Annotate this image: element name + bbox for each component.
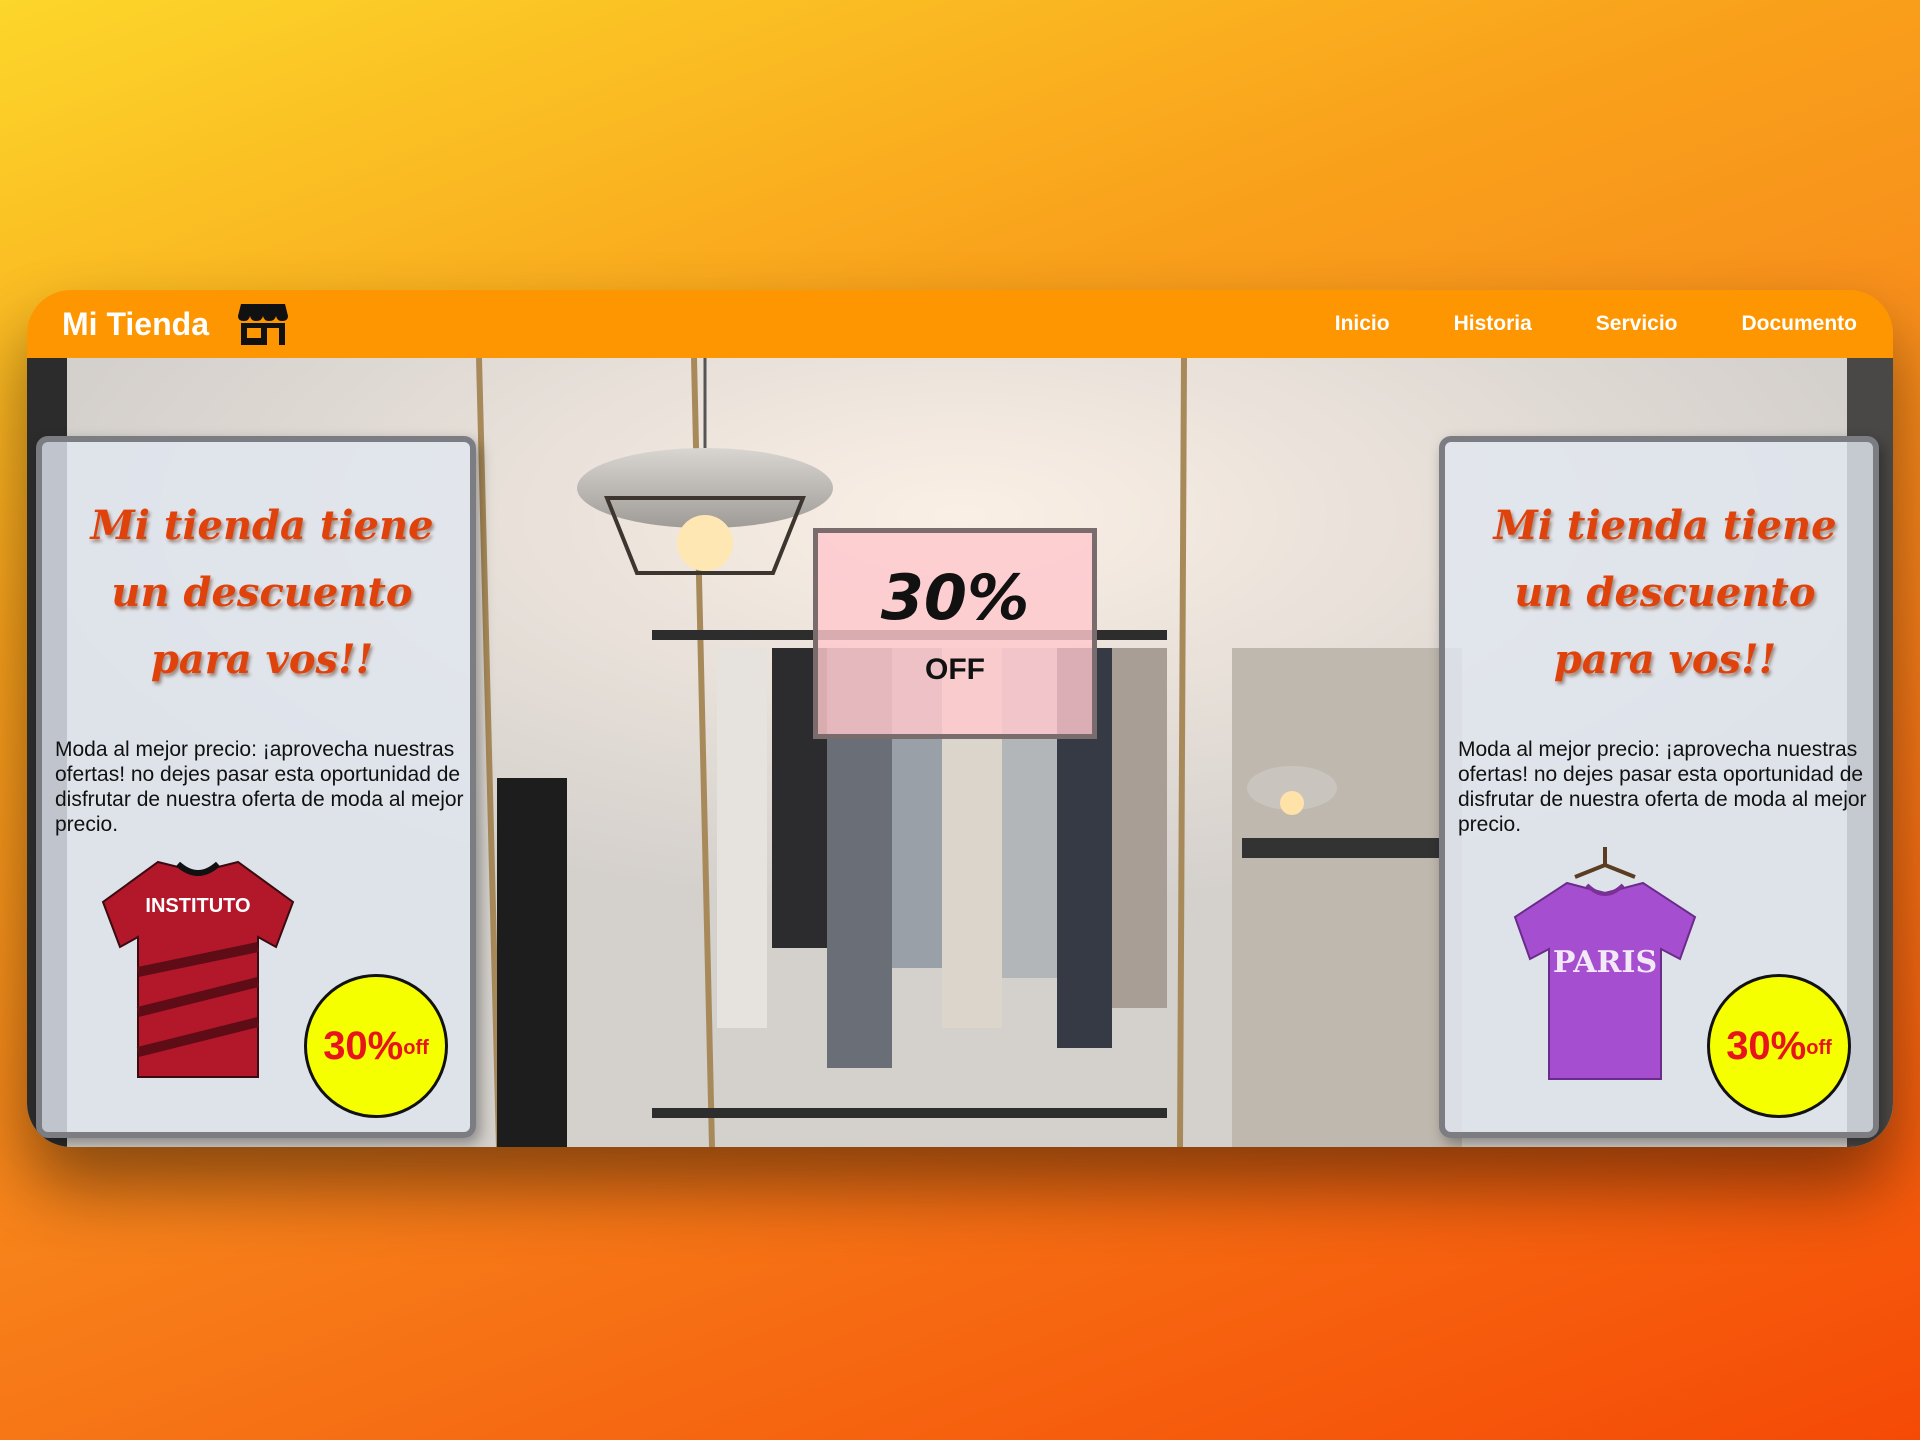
badge-percent: 30% <box>1726 1023 1807 1068</box>
jersey-text: INSTITUTO <box>145 895 250 917</box>
promo-box: 30% OFF <box>813 528 1097 739</box>
offer-card-right: Mi tienda tiene un descuento para vos!! … <box>1439 436 1879 1138</box>
store-icon <box>237 304 288 345</box>
hero-section: Mi tienda tiene un descuento para vos!! … <box>27 358 1893 1147</box>
nav-links: Inicio Historia Servicio Documento <box>1271 290 1857 358</box>
tshirt-text: PARIS <box>1553 945 1657 980</box>
discount-badge: 30% off <box>1707 974 1851 1118</box>
red-jersey-image[interactable]: INSTITUTO <box>98 852 298 1082</box>
badge-off: off <box>1806 1036 1832 1059</box>
offer-card-left: Mi tienda tiene un descuento para vos!! … <box>36 436 476 1138</box>
nav-link-servicio[interactable]: Servicio <box>1596 312 1678 336</box>
card-title: Mi tienda tiene un descuento para vos!! <box>1493 502 1837 683</box>
purple-tshirt-image[interactable]: PARIS <box>1505 847 1705 1087</box>
card-title: Mi tienda tiene un descuento para vos!! <box>90 502 434 683</box>
navbar: Mi Tienda Inicio Historia Servicio Docum… <box>27 290 1893 358</box>
discount-badge: 30% off <box>304 974 448 1118</box>
promo-off-label: OFF <box>925 653 985 686</box>
badge-percent: 30% <box>323 1023 404 1068</box>
card-description: Moda al mejor precio: ¡aprovecha nuestra… <box>1458 738 1867 836</box>
site-window: Mi Tienda Inicio Historia Servicio Docum… <box>27 290 1893 1147</box>
brand-name: Mi Tienda <box>62 305 209 342</box>
badge-off: off <box>403 1036 429 1059</box>
brand[interactable]: Mi Tienda <box>62 290 289 358</box>
nav-link-documento[interactable]: Documento <box>1742 312 1858 336</box>
nav-link-historia[interactable]: Historia <box>1454 312 1532 336</box>
card-description: Moda al mejor precio: ¡aprovecha nuestra… <box>55 738 464 836</box>
nav-link-inicio[interactable]: Inicio <box>1335 312 1390 336</box>
promo-percent: 30% <box>880 561 1030 634</box>
